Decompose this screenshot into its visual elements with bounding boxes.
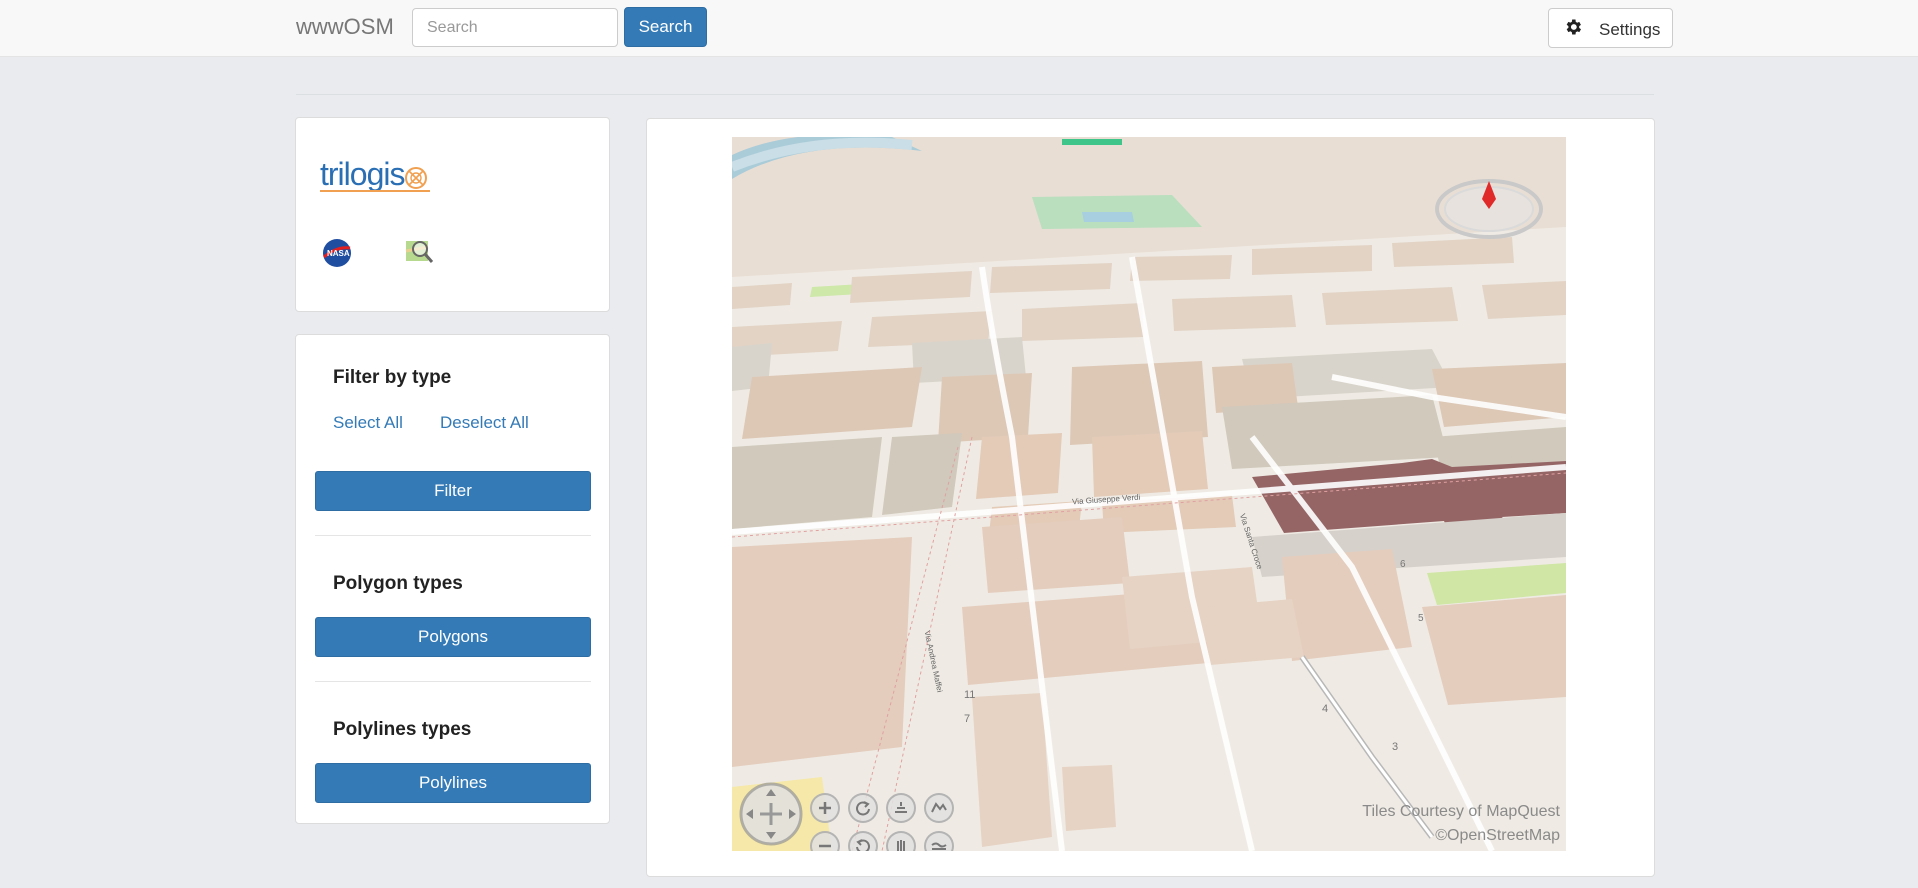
compass-icon [1435, 179, 1543, 239]
map-viewport[interactable]: Via Giuseppe Verdi Via Andrea Maffei Via… [732, 137, 1566, 851]
house-number: 11 [964, 689, 976, 701]
filter-panel: Filter by type Select All Deselect All F… [295, 334, 610, 824]
polygons-button[interactable]: Polygons [315, 617, 591, 657]
search-button[interactable]: Search [624, 7, 707, 47]
settings-button[interactable]: Settings [1548, 8, 1673, 48]
search-input[interactable] [412, 8, 618, 47]
map-attribution-osm[interactable]: ©OpenStreetMap [1435, 827, 1560, 845]
pan-icon[interactable] [738, 781, 804, 847]
divider [315, 681, 591, 682]
trilogis-globe-icon [405, 167, 427, 189]
house-number: 3 [1392, 741, 1399, 753]
house-number: 7 [964, 713, 971, 725]
navbar: wwwOSM Search Settings [0, 0, 1918, 57]
deselect-all-link[interactable]: Deselect All [440, 413, 529, 433]
polyline-types-title: Polylines types [333, 719, 472, 740]
top-divider [296, 94, 1654, 95]
map-attribution: Tiles Courtesy of MapQuest [1362, 803, 1560, 820]
logo-panel: trilogis NASA [295, 117, 610, 312]
house-number: 5 [1418, 613, 1424, 624]
map-search-icon[interactable] [404, 237, 434, 267]
exaggerate-icon[interactable] [924, 793, 954, 823]
map-panel: Via Giuseppe Verdi Via Andrea Maffei Via… [646, 118, 1655, 877]
trilogis-logo[interactable]: trilogis [320, 156, 430, 192]
house-number: 6 [1400, 559, 1406, 570]
brand-logo[interactable]: wwwOSM [296, 14, 394, 40]
select-all-link[interactable]: Select All [333, 413, 403, 433]
divider [315, 535, 591, 536]
nasa-icon[interactable]: NASA [322, 238, 352, 268]
rotate-left-icon[interactable] [848, 793, 878, 823]
house-number: 4 [1322, 703, 1329, 715]
tilt-up-icon[interactable] [886, 793, 916, 823]
gear-icon [1566, 19, 1581, 35]
zoom-in-icon[interactable] [810, 793, 840, 823]
svg-text:NASA: NASA [327, 249, 350, 258]
polylines-button[interactable]: Polylines [315, 763, 591, 803]
filter-button[interactable]: Filter [315, 471, 591, 511]
polygon-types-title: Polygon types [333, 573, 463, 594]
settings-label: Settings [1599, 20, 1661, 39]
map-tiles [732, 137, 1566, 851]
filter-title: Filter by type [333, 367, 452, 388]
